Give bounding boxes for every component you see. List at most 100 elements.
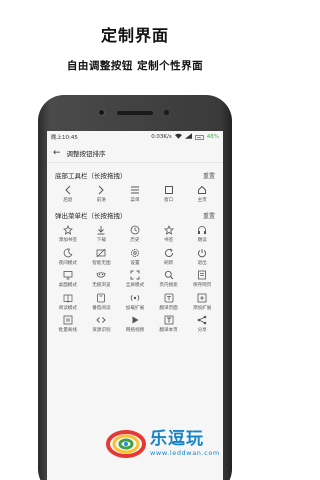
grid-button-4[interactable]: 窗口	[152, 183, 186, 205]
grid-button-15[interactable]: 保存网页	[185, 268, 219, 291]
battery-icon	[194, 134, 204, 140]
moon-icon	[63, 248, 73, 258]
grid-button-9[interactable]: 刷新	[152, 246, 186, 269]
promo-title: 定制界面	[100, 26, 169, 45]
window-icon	[164, 185, 174, 195]
grid-button-22[interactable]: 资源识别	[85, 313, 119, 336]
grid-button-label: 书签	[163, 238, 174, 244]
wifi-icon	[174, 133, 182, 141]
phone-top-bezel	[38, 95, 232, 131]
grid-button-label: 阅读模式	[58, 305, 77, 311]
grid-button-label: 设置	[130, 260, 140, 266]
proximity-sensor	[164, 110, 169, 115]
grid-button-label: 下载	[96, 238, 106, 244]
grid-button-5[interactable]: 主页	[185, 183, 219, 205]
grid-button-12[interactable]: 无痕浏览	[85, 268, 119, 291]
grid-button-6[interactable]: 夜间模式	[51, 246, 85, 269]
grid-button-19[interactable]: 翻译页面	[152, 291, 186, 314]
grid-button-label: 后退	[63, 198, 73, 203]
grid-button-label: 分享	[197, 328, 207, 334]
grid-button-1[interactable]: 后退	[51, 183, 85, 205]
save-page-icon	[197, 270, 207, 280]
tomato-book-icon	[96, 293, 106, 303]
grid-button-7[interactable]: 智能无图	[85, 246, 119, 269]
grid-button-23[interactable]: 网络视频	[118, 313, 152, 336]
grid-button-label: 翻译页面	[159, 305, 178, 311]
status-right: 0.03K/s 48%	[151, 133, 219, 141]
share-icon	[197, 315, 207, 325]
broadcast-icon	[130, 293, 140, 303]
toolbar-reset-button[interactable]: 重置	[203, 171, 215, 180]
desktop-icon	[63, 270, 73, 280]
watermark-brand: 乐逗玩	[150, 429, 204, 449]
pause-icon	[63, 315, 73, 325]
front-camera	[98, 109, 105, 116]
grid-button-label: 历史	[130, 238, 140, 244]
grid-button-4[interactable]: 书签	[152, 223, 186, 246]
grid-button-3[interactable]: 历史	[118, 223, 152, 246]
grid-button-24[interactable]: 翻译本页	[152, 313, 186, 336]
grid-button-label: 菜单	[130, 198, 140, 203]
page-title: 调整按钮排序	[66, 149, 106, 158]
grid-button-11[interactable]: 桌面模式	[51, 268, 85, 291]
grid-button-2[interactable]: 下载	[85, 223, 119, 246]
promo-subtitle: 自由调整按钮 定制个性界面	[66, 60, 204, 72]
grid-button-label: 翻译本页	[159, 328, 178, 334]
grid-button-label: 智能无图	[92, 260, 111, 266]
download-icon	[96, 225, 106, 235]
grid-button-label: 添加扩展	[192, 305, 212, 311]
grid-button-label: 添加书签	[58, 238, 77, 244]
grid-button-label: 番茄阅读	[92, 305, 111, 311]
grid-button-1[interactable]: 添加书签	[51, 223, 85, 246]
menu-section-header: 弹出菜单栏（长按拖拽） 重置	[47, 207, 223, 223]
clock-icon	[130, 225, 140, 235]
star-outline-icon	[62, 225, 73, 236]
power-icon	[197, 248, 207, 258]
grid-button-3[interactable]: 菜单	[118, 183, 152, 205]
toolbar-section-header: 底部工具栏（长按拖拽） 重置	[47, 167, 223, 183]
grid-button-label: 桌面模式	[58, 283, 77, 289]
grid-button-label: 资源识别	[92, 328, 111, 334]
grid-button-label: 前进	[96, 198, 106, 203]
grid-button-21[interactable]: 批量离线	[51, 313, 85, 336]
watermark-url: www.leddwan.com	[150, 449, 220, 457]
chevron-left-icon	[63, 185, 73, 195]
title-bar: ← 调整按钮排序	[47, 143, 223, 163]
gear-icon	[130, 248, 140, 258]
menu-icon	[130, 185, 140, 195]
toolbar-grid: 后退 前进 菜单 窗口 主页	[47, 183, 223, 205]
chevron-right-icon	[96, 185, 106, 195]
grid-button-10[interactable]: 退出	[185, 246, 219, 269]
back-arrow-icon[interactable]: ←	[53, 148, 61, 158]
watermark-logo: 乐逗玩 www.leddwan.com	[104, 418, 254, 468]
battery-percent: 48%	[206, 134, 219, 140]
grid-button-label: 保存网页	[192, 283, 212, 289]
no-image-icon	[96, 248, 106, 258]
fullscreen-icon	[130, 270, 140, 280]
grid-button-20[interactable]: 添加扩展	[185, 291, 219, 314]
grid-button-17[interactable]: 番茄阅读	[85, 291, 119, 314]
mask-icon	[96, 270, 106, 280]
grid-button-label: 朗读	[197, 238, 207, 244]
grid-button-18[interactable]: 加载扩展	[118, 291, 152, 314]
grid-button-8[interactable]: 设置	[118, 246, 152, 269]
grid-button-5[interactable]: 朗读	[185, 223, 219, 246]
menu-section-title: 弹出菜单栏（长按拖拽）	[55, 212, 127, 220]
grid-button-2[interactable]: 前进	[85, 183, 119, 205]
grid-button-label: 退出	[197, 260, 207, 266]
earpiece-speaker	[117, 111, 153, 115]
text-icon	[164, 315, 174, 325]
grid-button-label: 主页	[197, 198, 207, 203]
grid-button-16[interactable]: 阅读模式	[51, 291, 85, 314]
grid-button-label: 网络视频	[125, 328, 145, 334]
translate-icon	[164, 293, 174, 303]
code-icon	[96, 315, 107, 325]
grid-button-13[interactable]: 全屏模式	[118, 268, 152, 291]
star-icon	[163, 225, 174, 236]
grid-button-25[interactable]: 分享	[185, 313, 219, 336]
grid-button-14[interactable]: 页内搜索	[152, 268, 186, 291]
menu-reset-button[interactable]: 重置	[203, 211, 215, 220]
grid-button-label: 批量离线	[58, 328, 77, 334]
toolbar-section-title: 底部工具栏（长按拖拽）	[55, 172, 127, 180]
status-time: 晚上10:45	[51, 135, 78, 141]
